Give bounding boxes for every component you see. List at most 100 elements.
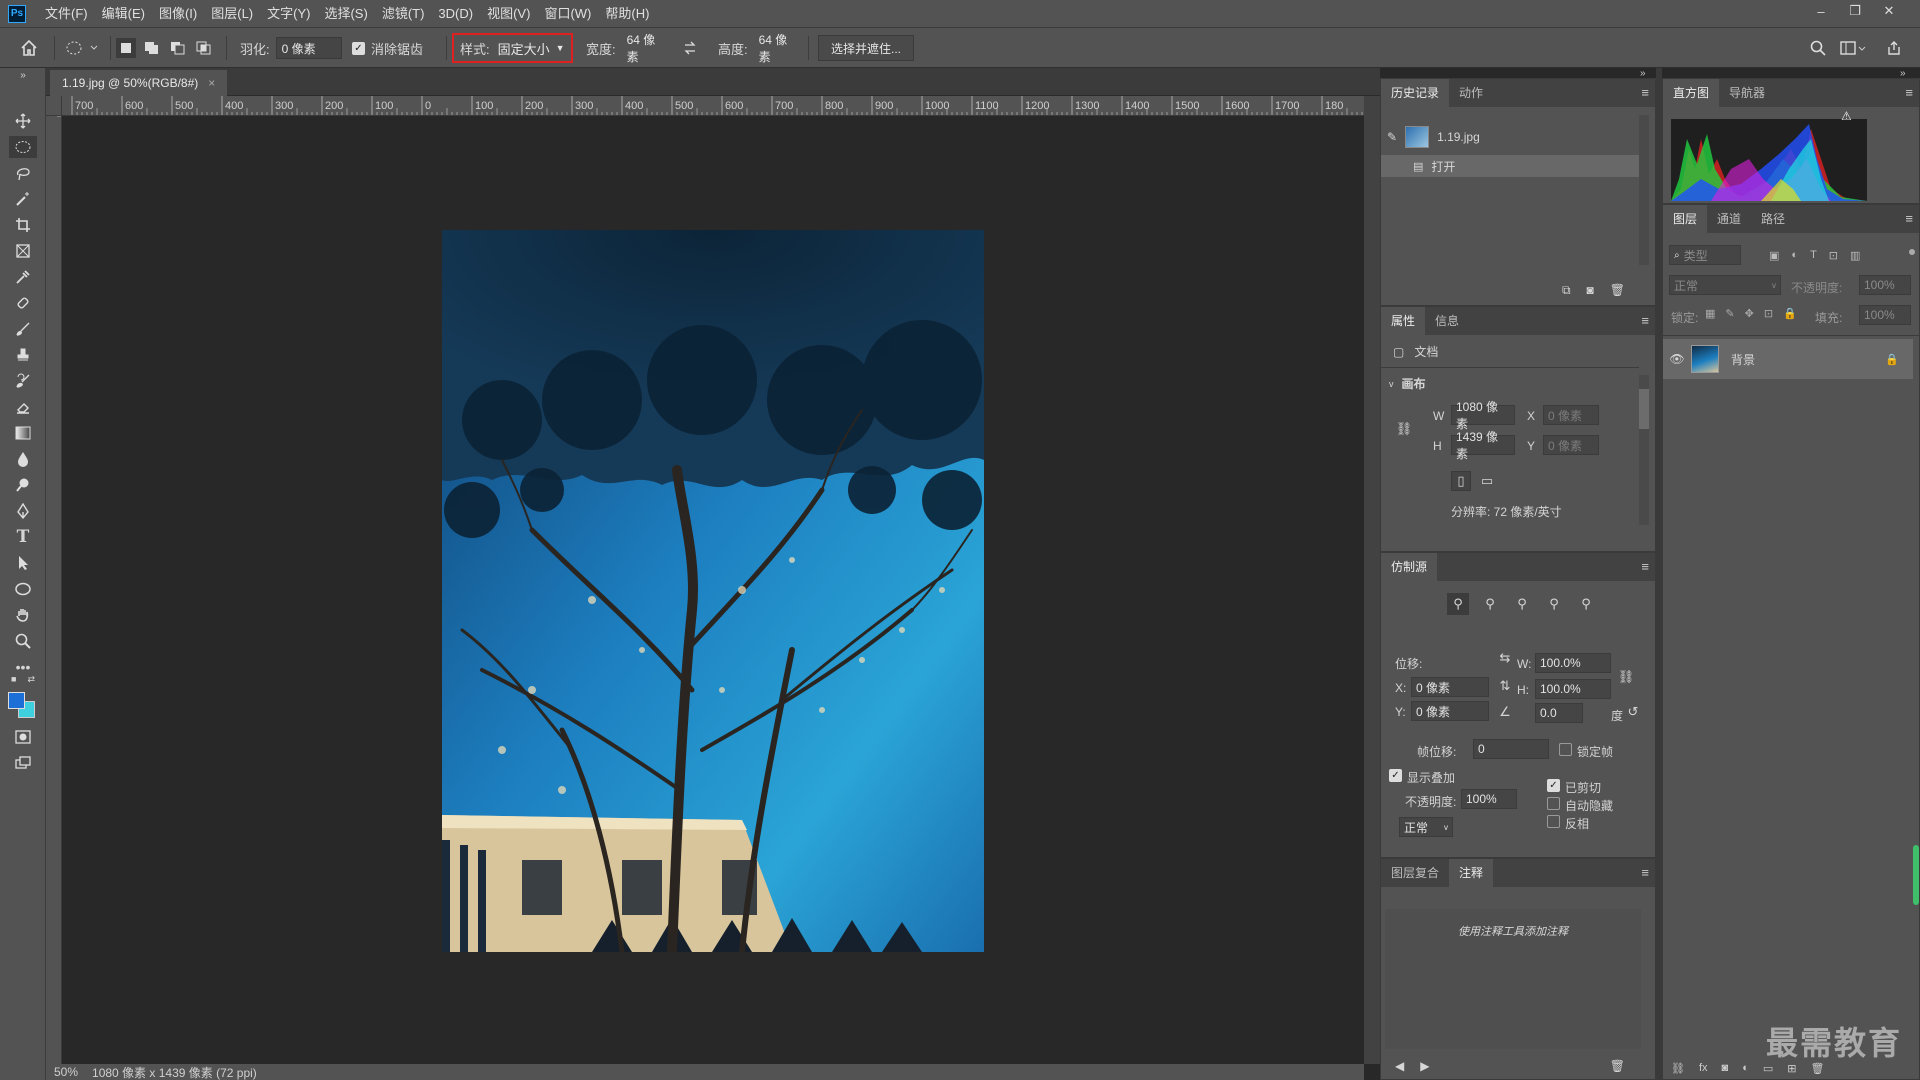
tab-actions[interactable]: 动作 bbox=[1449, 79, 1493, 107]
canvas-y-input[interactable]: 0 像素 bbox=[1543, 435, 1599, 455]
layer-row-background[interactable]: 👁 背景 🔒 bbox=[1663, 339, 1913, 379]
eyedropper-tool-icon[interactable] bbox=[9, 266, 37, 288]
close-button[interactable]: ✕ bbox=[1872, 0, 1906, 22]
workspace-icon[interactable] bbox=[1840, 28, 1866, 68]
layer-opacity-input[interactable]: 100% bbox=[1859, 275, 1911, 295]
collapse-icon[interactable]: » bbox=[1640, 68, 1656, 79]
collapse-icon[interactable]: » bbox=[1900, 68, 1916, 79]
filter-toggle-icon[interactable] bbox=[1909, 249, 1915, 255]
canvas-width-input[interactable]: 1080 像素 bbox=[1451, 400, 1515, 431]
image-filter-icon[interactable]: ▣ bbox=[1769, 249, 1779, 262]
properties-scrollbar[interactable] bbox=[1639, 375, 1649, 525]
scale-width-input[interactable]: 100.0% bbox=[1535, 653, 1611, 673]
camera-icon[interactable]: ◙ bbox=[1587, 283, 1594, 298]
adjustment-filter-icon[interactable]: ◐ bbox=[1791, 249, 1798, 262]
intersect-selection-icon[interactable] bbox=[194, 38, 214, 58]
tab-clone-source[interactable]: 仿制源 bbox=[1381, 553, 1438, 581]
chevron-down-icon[interactable]: v bbox=[1389, 379, 1394, 389]
tab-histogram[interactable]: 直方图 bbox=[1663, 79, 1720, 107]
offset-y-input[interactable]: 0 像素 bbox=[1411, 701, 1489, 721]
elliptical-marquee-tool-icon[interactable] bbox=[9, 136, 37, 158]
add-mask-icon[interactable]: ◙ bbox=[1722, 1062, 1729, 1075]
scale-height-input[interactable]: 100.0% bbox=[1535, 679, 1611, 699]
zoom-level[interactable]: 50% bbox=[54, 1065, 78, 1079]
document-tab[interactable]: 1.19.jpg @ 50%(RGB/8#) × bbox=[50, 70, 228, 96]
angle-input[interactable]: 0.0 bbox=[1535, 703, 1583, 723]
clone-source-2-icon[interactable]: ⚲ bbox=[1479, 593, 1501, 615]
vertical-ruler[interactable] bbox=[46, 116, 62, 1064]
add-selection-icon[interactable] bbox=[142, 38, 162, 58]
brush-source-icon[interactable]: ✎ bbox=[1387, 130, 1397, 144]
clone-source-4-icon[interactable]: ⚲ bbox=[1543, 593, 1565, 615]
menu-edit[interactable]: 编辑(E) bbox=[95, 0, 152, 28]
healing-brush-tool-icon[interactable] bbox=[9, 292, 37, 314]
lock-transparent-icon[interactable]: ▦ bbox=[1705, 307, 1715, 320]
screen-mode-icon[interactable] bbox=[9, 752, 37, 774]
hand-tool-icon[interactable] bbox=[9, 604, 37, 626]
history-snapshot[interactable]: ✎ 1.19.jpg bbox=[1381, 119, 1639, 155]
select-and-mask-button[interactable]: 选择并遮住... bbox=[818, 35, 915, 61]
brush-tool-icon[interactable] bbox=[9, 318, 37, 340]
quick-mask-icon[interactable] bbox=[9, 726, 37, 748]
menu-layer[interactable]: 图层(L) bbox=[204, 0, 260, 28]
lock-all-icon[interactable]: 🔒 bbox=[1783, 307, 1797, 320]
adjustment-layer-icon[interactable]: ◐ bbox=[1742, 1062, 1749, 1075]
subtract-selection-icon[interactable] bbox=[168, 38, 188, 58]
menu-filter[interactable]: 滤镜(T) bbox=[375, 0, 432, 28]
menu-view[interactable]: 视图(V) bbox=[480, 0, 537, 28]
tab-navigator[interactable]: 导航器 bbox=[1719, 79, 1775, 107]
feather-input[interactable]: 0 像素 bbox=[275, 37, 342, 59]
canvas-x-input[interactable]: 0 像素 bbox=[1543, 405, 1599, 425]
share-icon[interactable] bbox=[1886, 28, 1902, 68]
tab-paths[interactable]: 路径 bbox=[1751, 205, 1795, 233]
previous-note-icon[interactable]: ◀ bbox=[1395, 1059, 1404, 1073]
panel-menu-icon[interactable]: ≡ bbox=[1641, 865, 1649, 880]
canvas-scrollbar[interactable] bbox=[1364, 96, 1380, 1064]
flip-vertical-icon[interactable]: ⇅ bbox=[1497, 677, 1513, 695]
menu-help[interactable]: 帮助(H) bbox=[598, 0, 656, 28]
antialias-checkbox[interactable]: ✓ bbox=[352, 41, 365, 55]
panel-menu-icon[interactable]: ≡ bbox=[1905, 85, 1913, 100]
lasso-tool-icon[interactable] bbox=[9, 162, 37, 184]
restore-button[interactable]: ❐ bbox=[1838, 0, 1872, 22]
panel-menu-icon[interactable]: ≡ bbox=[1641, 559, 1649, 574]
tab-info[interactable]: 信息 bbox=[1425, 307, 1469, 335]
width-input[interactable]: 64 像素 bbox=[622, 33, 672, 64]
trash-icon[interactable]: 🗑 bbox=[1610, 283, 1625, 298]
default-colors-icon[interactable]: ■ ⇄ bbox=[9, 672, 37, 686]
horizontal-ruler[interactable]: 700 600 500 400 300 200 100 0 100 200 300 400 500 600… bbox=[62, 96, 1364, 116]
blur-tool-icon[interactable] bbox=[9, 448, 37, 470]
notes-area[interactable]: 使用注释工具添加注释 bbox=[1385, 909, 1641, 1049]
menu-type[interactable]: 文字(Y) bbox=[260, 0, 317, 28]
landscape-icon[interactable]: ▭ bbox=[1477, 471, 1497, 491]
lock-artboard-icon[interactable]: ⊡ bbox=[1764, 307, 1773, 320]
lock-image-icon[interactable]: ✎ bbox=[1725, 307, 1734, 320]
frame-tool-icon[interactable] bbox=[9, 240, 37, 262]
new-selection-icon[interactable] bbox=[116, 38, 136, 58]
clipped-checkbox[interactable]: ✓ bbox=[1547, 779, 1560, 792]
history-brush-tool-icon[interactable] bbox=[9, 370, 37, 392]
close-tab-icon[interactable]: × bbox=[208, 76, 215, 90]
eye-icon[interactable]: 👁 bbox=[1663, 352, 1691, 366]
tab-properties[interactable]: 属性 bbox=[1381, 307, 1426, 335]
history-item[interactable]: ▤ 打开 bbox=[1381, 155, 1639, 177]
move-tool-icon[interactable] bbox=[9, 110, 37, 132]
marquee-preset-icon[interactable] bbox=[64, 28, 98, 68]
canvas-height-input[interactable]: 1439 像素 bbox=[1451, 430, 1515, 461]
dodge-tool-icon[interactable] bbox=[9, 474, 37, 496]
document-info[interactable]: 1080 像素 x 1439 像素 (72 ppi) bbox=[92, 1064, 257, 1080]
overlay-opacity-input[interactable]: 100% bbox=[1461, 789, 1517, 809]
link-icon[interactable]: ⛓ bbox=[1618, 657, 1635, 697]
lock-frame-checkbox[interactable] bbox=[1559, 743, 1572, 756]
blend-mode-dropdown[interactable]: 正常 v bbox=[1669, 275, 1781, 295]
tab-layers[interactable]: 图层 bbox=[1663, 205, 1708, 233]
menu-select[interactable]: 选择(S) bbox=[317, 0, 374, 28]
link-icon[interactable]: ⛓ bbox=[1396, 419, 1413, 439]
document-image[interactable] bbox=[442, 230, 984, 952]
color-swatches[interactable] bbox=[8, 692, 36, 718]
collapse-icon[interactable]: » bbox=[9, 70, 37, 81]
shape-filter-icon[interactable]: ⊡ bbox=[1829, 249, 1838, 262]
layers-scrollbar[interactable] bbox=[1913, 845, 1919, 905]
panel-menu-icon[interactable]: ≡ bbox=[1641, 85, 1649, 100]
type-tool-icon[interactable]: T bbox=[9, 526, 37, 548]
